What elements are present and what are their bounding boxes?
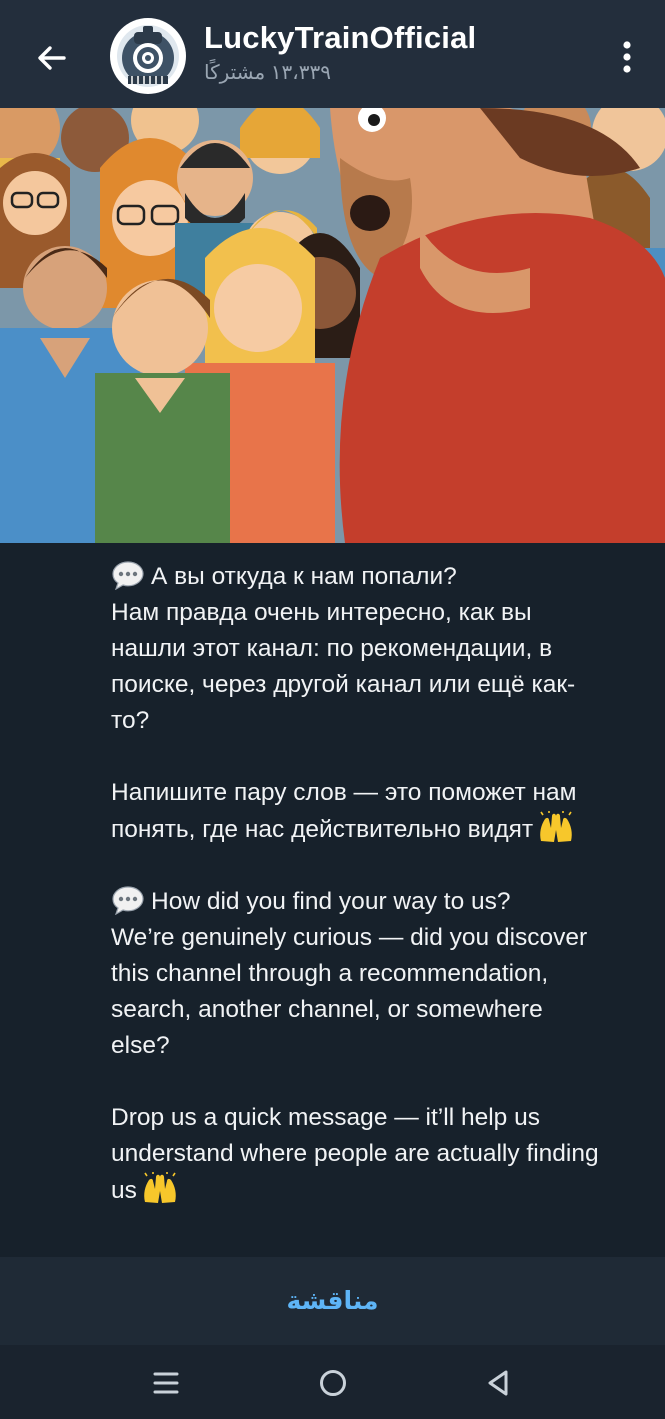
back-triangle-icon — [488, 1370, 508, 1396]
discuss-button[interactable]: مناقشة — [0, 1257, 665, 1345]
chat-header: LuckyTrainOfficial ۱۳،۳۳۹ مشترکًا — [0, 0, 665, 108]
paragraph-en-call: Drop us a quick message — it’ll help us … — [111, 1100, 601, 1209]
post-image[interactable] — [0, 108, 665, 543]
en-line-2: We’re genuinely curious — did you discov… — [111, 924, 588, 1059]
channel-avatar[interactable] — [110, 18, 186, 94]
train-logo-icon — [111, 19, 185, 93]
en-line-1: How did you find your way to us? — [151, 888, 511, 915]
en-line-3: Drop us a quick message — it’ll help us … — [111, 1104, 599, 1204]
speech-balloon-icon — [112, 561, 144, 590]
ru-line-3: Напишите пару слов — это поможет нам пон… — [111, 779, 577, 843]
channel-title[interactable]: LuckyTrainOfficial — [204, 20, 476, 56]
speech-balloon-icon — [112, 886, 144, 915]
discuss-label: مناقشة — [286, 1287, 379, 1315]
more-vertical-icon — [623, 41, 631, 73]
ru-line-1: А вы откуда к нам попали? — [151, 563, 457, 590]
channel-post: А вы откуда к нам попали? Нам правда оче… — [0, 543, 665, 1257]
crowd-illustration — [0, 108, 665, 543]
system-navigation-bar — [0, 1345, 665, 1419]
home-circle-icon — [320, 1370, 346, 1396]
raising-hands-icon — [144, 1172, 176, 1203]
ru-line-2: Нам правда очень интересно, как вы нашли… — [111, 599, 576, 734]
paragraph-ru-question: А вы откуда к нам попали? Нам правда оче… — [111, 559, 601, 739]
post-text: А вы откуда к нам попали? Нам правда оче… — [111, 559, 601, 1209]
paragraph-en-question: How did you find your way to us? We’re g… — [111, 884, 601, 1064]
recent-apps-icon — [153, 1372, 179, 1394]
back-button[interactable] — [20, 26, 84, 90]
system-back-button[interactable] — [478, 1363, 518, 1403]
paragraph-ru-call: Напишите пару слов — это поможет нам пон… — [111, 775, 601, 848]
arrow-left-icon — [38, 46, 66, 70]
raising-hands-icon — [540, 811, 572, 842]
home-button[interactable] — [313, 1363, 353, 1403]
more-options-button[interactable] — [607, 34, 647, 80]
recent-apps-button[interactable] — [146, 1363, 186, 1403]
subscriber-count: ۱۳،۳۳۹ مشترکًا — [204, 62, 331, 84]
